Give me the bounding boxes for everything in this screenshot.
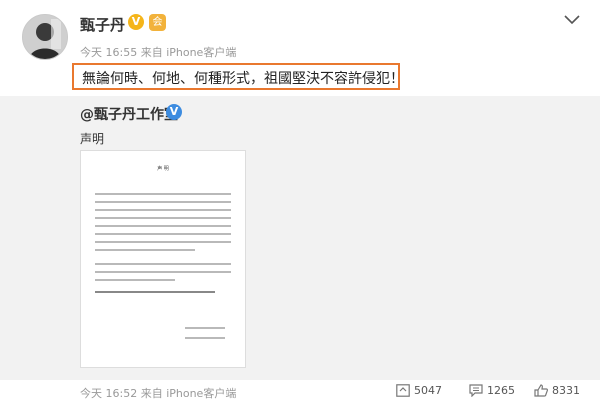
post-text: 無論何時、何地、何種形式，祖國堅決不容許侵犯！ [82, 71, 404, 87]
document-date [185, 337, 225, 339]
repost-action[interactable]: 5047 [396, 384, 442, 397]
document-line [95, 233, 231, 235]
document-line [95, 249, 195, 251]
document-line [95, 217, 231, 219]
comment-action[interactable]: 1265 [469, 384, 515, 398]
statement-document-image[interactable]: 声 明 [80, 150, 246, 368]
weibo-post: 甄子丹 V 会 今天 16:55 来自 iPhone客户端 無論何時、何地、何種… [0, 0, 600, 96]
chevron-down-icon[interactable] [563, 14, 581, 26]
like-action[interactable]: 8331 [534, 384, 580, 397]
verified-badge-blue: V [166, 104, 182, 120]
verified-badge: V [128, 14, 144, 30]
comment-icon [469, 384, 483, 398]
document-line [95, 271, 231, 273]
document-line [95, 193, 231, 195]
like-count: 8331 [552, 384, 580, 397]
document-line [95, 209, 231, 211]
repost-author[interactable]: @甄子丹工作室 [80, 104, 178, 124]
repost-meta: 今天 16:52 来自 iPhone客户端 [80, 387, 237, 400]
document-line [95, 241, 231, 243]
repost-count: 5047 [414, 384, 442, 397]
document-line [95, 225, 231, 227]
post-meta: 今天 16:55 来自 iPhone客户端 [80, 46, 237, 59]
repost-footer: 今天 16:52 来自 iPhone客户端 5047 1265 8331 [0, 380, 600, 406]
document-line [95, 291, 215, 293]
reposted-content: @甄子丹工作室 V 声明 声 明 [0, 96, 600, 380]
document-line [95, 263, 231, 265]
document-signature [185, 327, 225, 329]
username[interactable]: 甄子丹 [80, 14, 125, 35]
repost-text: 声明 [80, 132, 105, 146]
comment-count: 1265 [487, 384, 515, 397]
document-line [95, 279, 175, 281]
document-title: 声 明 [157, 166, 169, 172]
like-icon [534, 384, 549, 397]
member-badge: 会 [149, 14, 166, 31]
document-line [95, 201, 231, 203]
avatar[interactable] [22, 14, 68, 60]
repost-icon [396, 384, 410, 397]
